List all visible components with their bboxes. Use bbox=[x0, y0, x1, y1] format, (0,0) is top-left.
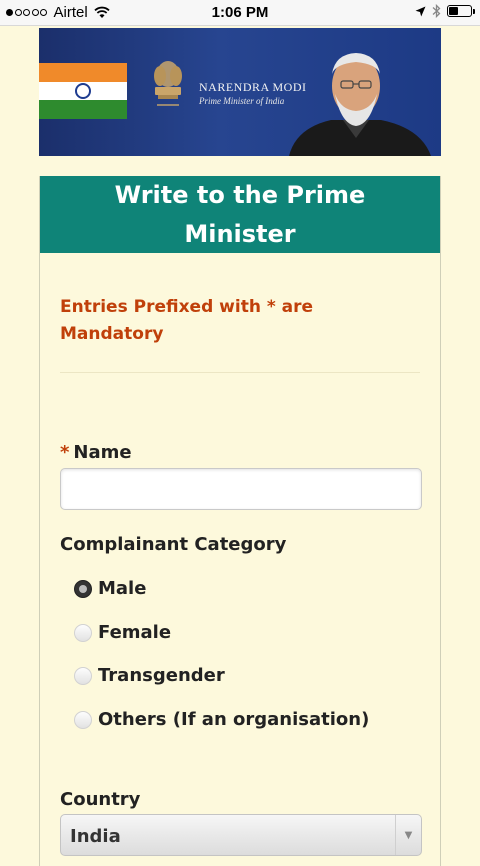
radio-label-male: Male bbox=[98, 578, 147, 599]
category-label: Complainant Category bbox=[60, 534, 287, 555]
radio-option-female[interactable]: Female bbox=[74, 622, 171, 643]
flag-green-band bbox=[39, 100, 127, 119]
radio-button-transgender[interactable] bbox=[74, 666, 92, 685]
name-input[interactable] bbox=[60, 468, 422, 510]
prime-minister-portrait bbox=[289, 53, 431, 156]
mandatory-note: Entries Prefixed with * are Mandatory bbox=[60, 297, 314, 344]
clock-time: 1:06 PM bbox=[211, 4, 269, 21]
radio-label-transgender: Transgender bbox=[98, 665, 225, 686]
status-right bbox=[409, 4, 475, 18]
divider bbox=[60, 372, 420, 373]
radio-option-male[interactable]: Male bbox=[74, 578, 146, 599]
radio-button-female[interactable] bbox=[74, 623, 92, 642]
country-select-value: India bbox=[70, 826, 121, 847]
ashoka-chakra-icon bbox=[75, 82, 91, 99]
national-emblem-icon bbox=[154, 61, 182, 106]
india-flag bbox=[39, 63, 127, 119]
radio-option-transgender[interactable]: Transgender bbox=[74, 665, 225, 686]
country-label: Country bbox=[60, 789, 141, 810]
radio-option-others[interactable]: Others (If an organisation) bbox=[74, 709, 369, 730]
battery-icon bbox=[447, 5, 475, 17]
flag-white-band bbox=[39, 81, 127, 101]
name-label: * Name bbox=[60, 442, 132, 463]
form-title: Write to the Prime Minister bbox=[40, 176, 440, 253]
write-to-pm-form: Write to the Prime Minister Entries Pref… bbox=[39, 176, 441, 866]
required-marker: * bbox=[60, 442, 70, 463]
chevron-down-icon: ▼ bbox=[395, 815, 421, 855]
battery-level bbox=[449, 7, 459, 15]
location-arrow-icon bbox=[415, 6, 426, 16]
flag-saffron-band bbox=[39, 63, 127, 82]
radio-label-female: Female bbox=[98, 622, 172, 643]
bluetooth-icon bbox=[432, 4, 441, 18]
radio-label-others: Others (If an organisation) bbox=[98, 709, 370, 730]
radio-button-male[interactable] bbox=[74, 579, 92, 598]
name-label-text: Name bbox=[73, 442, 132, 463]
status-bar: Airtel 1:06 PM bbox=[0, 0, 480, 26]
pm-banner: NARENDRA MODI Prime Minister of India bbox=[39, 28, 441, 156]
country-select[interactable]: India ▼ bbox=[60, 814, 422, 856]
radio-button-others[interactable] bbox=[74, 710, 92, 729]
